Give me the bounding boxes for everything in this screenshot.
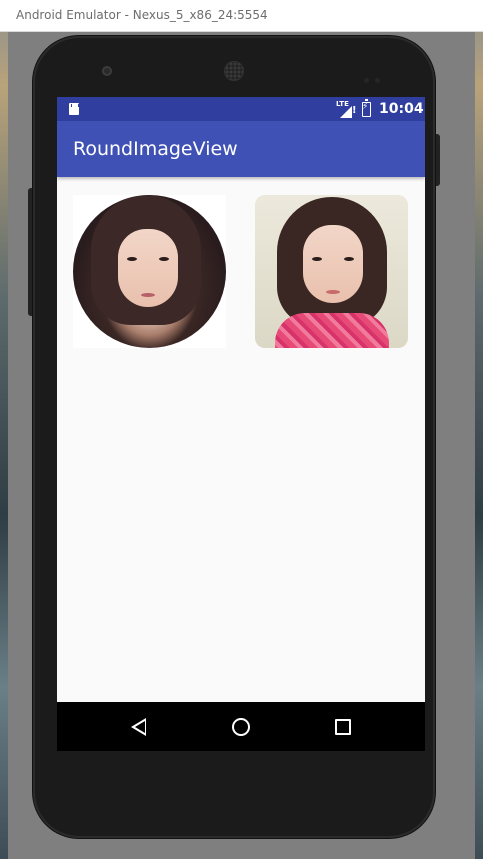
back-icon[interactable] bbox=[131, 718, 146, 736]
portrait-mouth bbox=[326, 290, 340, 294]
navigation-bar bbox=[57, 702, 425, 751]
battery-charging-icon bbox=[362, 99, 371, 117]
status-time: 10:04 bbox=[379, 101, 424, 117]
earpiece-speaker-icon bbox=[224, 61, 244, 81]
portrait-eye-right bbox=[159, 257, 169, 261]
sd-card-icon bbox=[69, 103, 79, 115]
desktop-wallpaper-right bbox=[475, 0, 483, 859]
no-data-indicator-icon: ! bbox=[352, 105, 357, 116]
signal-icon bbox=[340, 106, 352, 118]
proximity-sensors bbox=[364, 68, 390, 83]
device-screen: LTE ! 10:04 RoundImageView bbox=[57, 97, 425, 751]
portrait-eye-left bbox=[312, 257, 322, 261]
front-camera-icon bbox=[102, 66, 112, 76]
circular-portrait-image bbox=[73, 195, 226, 348]
home-icon[interactable] bbox=[232, 718, 250, 736]
portrait-eye-right bbox=[344, 257, 354, 261]
window-title: Android Emulator - Nexus_5_x86_24:5554 bbox=[16, 8, 268, 22]
portrait-mouth bbox=[141, 293, 155, 297]
round-image-container bbox=[73, 195, 226, 348]
portrait-eye-left bbox=[127, 257, 137, 261]
rounded-corner-portrait-image bbox=[255, 195, 408, 348]
emulator-titlebar[interactable]: Android Emulator - Nexus_5_x86_24:5554 bbox=[0, 0, 483, 32]
desktop-wallpaper-left bbox=[0, 0, 8, 859]
portrait-scarf bbox=[275, 313, 389, 348]
app-title: RoundImageView bbox=[73, 138, 238, 160]
recent-apps-icon[interactable] bbox=[335, 719, 351, 735]
status-bar: LTE ! 10:04 bbox=[57, 97, 425, 121]
app-bar: RoundImageView bbox=[57, 121, 425, 177]
